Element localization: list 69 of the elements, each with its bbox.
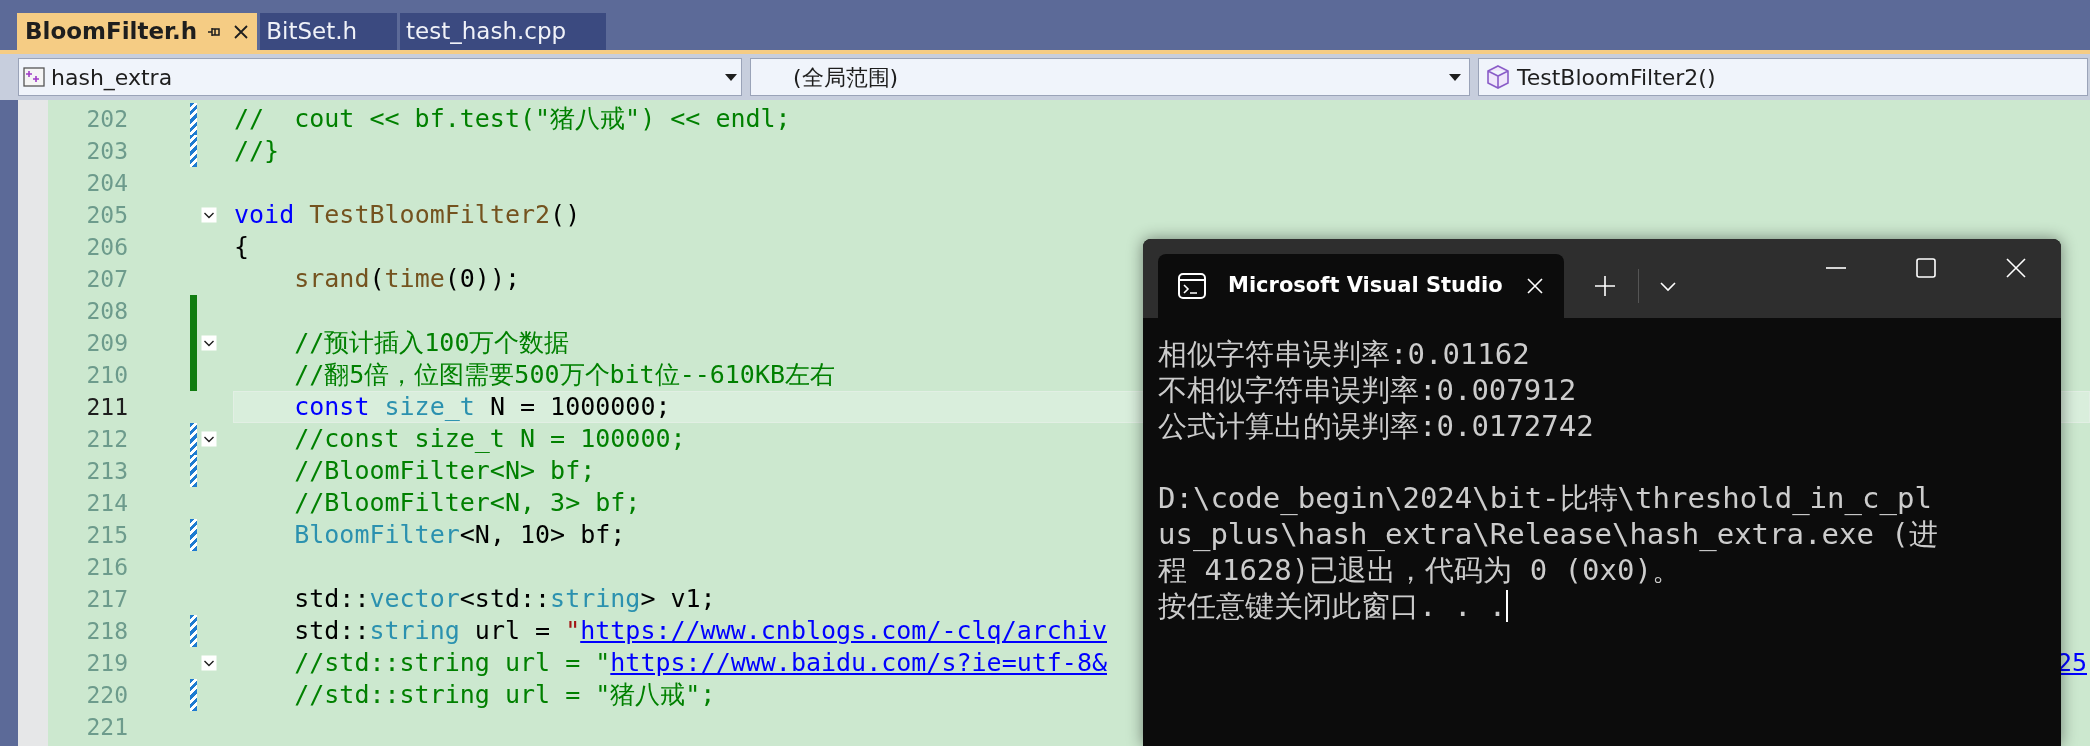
line-number: 206 bbox=[85, 232, 128, 262]
line-number: 203 bbox=[85, 136, 128, 166]
link[interactable]: https://www.cnblogs.com/-clq/archiv bbox=[580, 616, 1107, 645]
link[interactable]: https://www.baidu.com/s?ie=utf-8& bbox=[610, 648, 1107, 677]
line-number: 209 bbox=[85, 328, 128, 358]
project-dropdown[interactable]: hash_extra bbox=[18, 58, 742, 96]
console-output-line: D:\code_begin\2024\bit-比特\threshold_in_c_pl bbox=[1158, 480, 1933, 516]
close-icon[interactable] bbox=[233, 23, 250, 40]
line-number: 219 bbox=[85, 648, 128, 678]
console-output-line: 相似字符串误判率:0.01162 bbox=[1158, 336, 1531, 372]
line-number: 214 bbox=[85, 488, 128, 518]
scope-name: (全局范围) bbox=[793, 63, 900, 92]
dropdown-caret-icon[interactable] bbox=[725, 73, 737, 81]
line-number: 202 bbox=[85, 104, 128, 134]
line-number: 216 bbox=[85, 552, 128, 582]
new-tab-icon[interactable] bbox=[1594, 275, 1616, 297]
file-tab[interactable]: BitSet.h bbox=[260, 13, 398, 50]
dropdown-caret-icon[interactable] bbox=[1449, 73, 1461, 81]
chevron-down-icon[interactable] bbox=[1659, 280, 1677, 292]
console-output-line: 公式计算出的误判率:0.0172742 bbox=[1158, 408, 1595, 444]
code-line: //std::string url = "猪八戒"; bbox=[293, 680, 716, 710]
line-number: 207 bbox=[85, 264, 128, 294]
collapse-icon[interactable] bbox=[201, 335, 217, 351]
collapse-icon[interactable] bbox=[201, 431, 217, 447]
cube-icon bbox=[1487, 65, 1509, 89]
member-name: TestBloomFilter2() bbox=[1517, 63, 1716, 92]
maximize-icon[interactable] bbox=[1915, 257, 1937, 279]
line-number: 221 bbox=[85, 712, 128, 742]
line-number: 204 bbox=[85, 168, 128, 198]
project-icon bbox=[23, 67, 45, 87]
member-dropdown[interactable]: TestBloomFilter2() bbox=[1478, 58, 2088, 96]
project-name: hash_extra bbox=[51, 63, 174, 93]
line-number: 212 bbox=[85, 424, 128, 454]
collapse-icon[interactable] bbox=[201, 655, 217, 671]
file-tab[interactable]: test_hash.cpp bbox=[400, 13, 607, 50]
line-number: 217 bbox=[85, 584, 128, 614]
line-number: 218 bbox=[85, 616, 128, 646]
console-icon bbox=[1178, 273, 1206, 299]
code-line: //const size_t N = 100000; bbox=[293, 424, 686, 454]
line-number: 205 bbox=[85, 200, 128, 230]
console-title: Microsoft Visual Studio bbox=[1228, 272, 1504, 300]
code-line: //预计插入100万个数据 bbox=[293, 328, 570, 358]
console-tab[interactable]: Microsoft Visual Studio bbox=[1158, 254, 1564, 318]
code-line: //翻5倍，位图需要500万个bit位--610KB左右 bbox=[293, 360, 836, 390]
code-line: srand(time(0)); bbox=[293, 264, 520, 294]
code-line: //BloomFilter<N, 3> bf; bbox=[293, 488, 641, 518]
code-line: //std::string url = "https://www.baidu.com/s?ie=utf-8& bbox=[293, 648, 1107, 678]
line-number: 211 bbox=[85, 392, 128, 422]
console-output-line: us_plus\hash_extra\Release\hash_extra.exe (进 bbox=[1158, 516, 1939, 552]
collapse-icon[interactable] bbox=[201, 207, 217, 223]
code-line: void TestBloomFilter2() bbox=[234, 200, 581, 230]
line-number: 208 bbox=[85, 296, 128, 326]
code-line: // cout << bf.test("猪八戒") << endl; bbox=[234, 104, 791, 134]
line-number: 220 bbox=[85, 680, 128, 710]
console-output-line: 程 41628)已退出，代码为 0 (0x0)。 bbox=[1158, 552, 1682, 588]
line-number: 215 bbox=[85, 520, 128, 550]
code-line: { bbox=[234, 232, 250, 262]
code-line: //BloomFilter<N> bf; bbox=[293, 456, 596, 486]
line-number: 213 bbox=[85, 456, 128, 486]
code-line: const size_t N = 1000000; bbox=[293, 392, 671, 422]
file-tab[interactable]: BloomFilter.h bbox=[17, 13, 258, 50]
console-output-line: 不相似字符串误判率:0.007912 bbox=[1158, 372, 1578, 408]
scope-dropdown[interactable]: (全局范围) bbox=[750, 58, 1470, 96]
code-line: std::string url = "https://www.cnblogs.com/-clq/archiv bbox=[293, 616, 1107, 646]
line-number: 210 bbox=[85, 360, 128, 390]
console-prompt: 按任意键关闭此窗口. . . bbox=[1158, 588, 1507, 624]
code-line: std::vector<std::string> v1; bbox=[293, 584, 716, 614]
code-line: //} bbox=[234, 136, 280, 166]
code-line: BloomFilter<N, 10> bf; bbox=[293, 520, 626, 550]
